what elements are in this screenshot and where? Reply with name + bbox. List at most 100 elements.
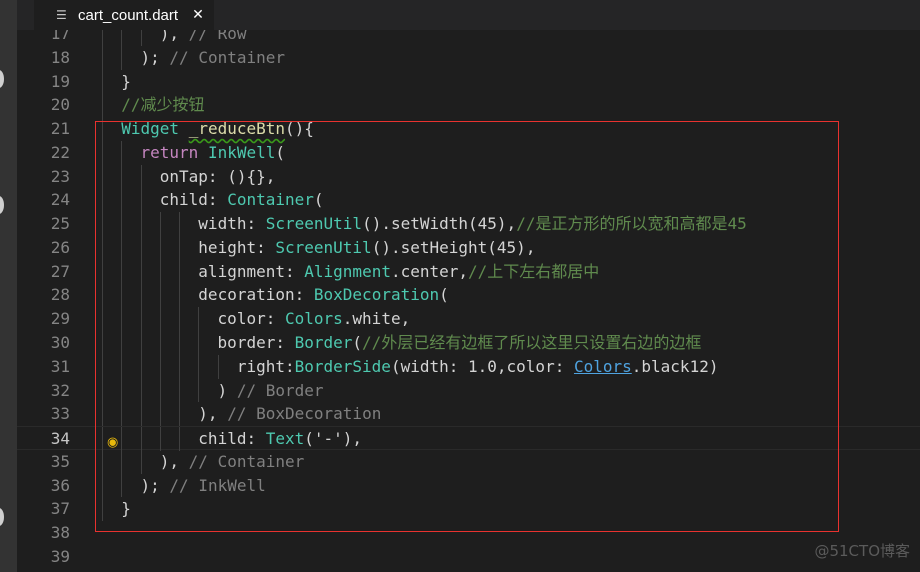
code-token: //外层已经有边框了所以这里只设置右边的边框 — [362, 333, 702, 352]
indent-guide — [102, 188, 103, 213]
indent-guide — [140, 307, 142, 331]
code-line[interactable]: 23 onTap: (){}, — [17, 164, 920, 189]
code-line[interactable]: 38 — [17, 521, 920, 545]
code-text: ), // BoxDecoration — [198, 402, 381, 426]
indent-guide — [102, 164, 103, 189]
code-token: width: — [198, 214, 266, 234]
code-token: ), — [198, 404, 228, 424]
code-token: (width: 1.0,color: — [390, 356, 574, 376]
code-token: InkWell — [207, 142, 276, 162]
line-number: 29 — [50, 309, 70, 329]
indent-guide — [102, 378, 103, 403]
line-number: 21 — [50, 119, 70, 139]
indent-guide — [102, 93, 103, 118]
code-text: right:BorderSide(width: 1.0,color: Color… — [237, 355, 719, 379]
watermark: @51CTO博客 — [814, 542, 910, 560]
activity-icon[interactable] — [0, 196, 4, 214]
activity-bar — [0, 0, 17, 572]
code-editor[interactable]: 17), // Row 18); // Container 19} 20//减少按钮 2… — [17, 0, 920, 572]
code-line[interactable]: 28 decoration: BoxDecoration( — [17, 283, 920, 308]
indent-guide — [179, 427, 181, 451]
indent-guide — [179, 402, 181, 427]
code-line[interactable]: 34 child: Text('-'), ◉ — [17, 426, 920, 451]
code-line[interactable]: 30 border: Border(//外层已经有边框了所以这里只设置右边的边框 — [17, 331, 920, 355]
indent-guide — [121, 45, 123, 70]
code-token: color: — [217, 309, 285, 329]
indent-guide — [121, 235, 123, 260]
code-token: ( — [313, 190, 324, 210]
indent-guide — [140, 354, 142, 379]
code-line[interactable]: 31 right:BorderSide(width: 1.0,color: Col… — [17, 354, 920, 379]
code-line[interactable]: 25 width: ScreenUtil().setWidth(45),//是正方… — [17, 212, 920, 236]
activity-icon[interactable] — [0, 508, 4, 526]
code-text: ) // Border — [218, 379, 324, 403]
indent-guide — [140, 164, 142, 189]
code-line[interactable]: 20 //减少按钮 — [17, 93, 920, 118]
indent-guide — [179, 283, 181, 308]
code-text: ); // InkWell — [141, 474, 266, 498]
indent-guide — [102, 212, 103, 236]
code-token: Container — [227, 190, 314, 210]
code-token: _reduceBtn — [188, 119, 286, 139]
code-line[interactable]: 37} — [17, 497, 920, 522]
code-text: border: Border(//外层已经有边框了所以这里只设置右边的边框 — [218, 331, 702, 355]
tab-cart-count[interactable]: ☰ cart_count.dart ✕ — [34, 0, 214, 30]
indent-guide — [179, 212, 181, 236]
code-token: ScreenUtil — [275, 237, 372, 257]
line-number: 20 — [50, 95, 70, 115]
code-line[interactable]: 36); // InkWell — [17, 473, 920, 498]
code-text: decoration: BoxDecoration( — [198, 283, 448, 307]
code-text: return InkWell( — [141, 141, 286, 165]
code-line[interactable]: 18); // Container — [17, 45, 920, 70]
code-token: .white, — [342, 309, 411, 329]
code-line[interactable]: 32) // Border — [17, 378, 920, 403]
code-line[interactable]: 19} — [17, 69, 920, 94]
indent-guide — [140, 235, 142, 260]
code-line[interactable]: 39 — [17, 545, 920, 569]
indent-guide — [121, 307, 123, 331]
indent-guide — [102, 497, 103, 522]
indent-guide — [102, 45, 103, 70]
code-line[interactable]: 27 alignment: Alignment.center,//上下左右都居中 — [17, 259, 920, 284]
indent-guide — [159, 427, 161, 451]
indent-guide — [121, 331, 123, 355]
code-token: //是正方形的所以宽和高都是45 — [516, 214, 747, 234]
code-line[interactable]: 24 child: Container( — [17, 188, 920, 213]
code-token: ( — [439, 285, 449, 305]
code-line[interactable]: 33), // BoxDecoration — [17, 402, 920, 427]
code-token: ().setHeight(45), — [371, 237, 536, 257]
code-text: ), // Container — [160, 450, 305, 474]
code-text: color: Colors.white, — [218, 307, 411, 331]
indent-guide — [102, 117, 103, 141]
line-number: 35 — [50, 451, 70, 471]
line-number: 27 — [50, 261, 70, 281]
code-line[interactable]: 29 color: Colors.white, — [17, 307, 920, 331]
indent-guide — [159, 331, 161, 355]
code-line[interactable]: 22 return InkWell( — [17, 140, 920, 165]
code-text: child: Text('-'), — [198, 427, 362, 451]
close-icon[interactable]: ✕ — [192, 7, 204, 23]
activity-icon[interactable] — [0, 70, 4, 88]
code-text: width: ScreenUtil().setWidth(45),//是正方形的… — [198, 212, 746, 236]
line-number: 26 — [50, 237, 70, 257]
code-text: ); // Container — [141, 46, 286, 70]
indent-guide — [198, 331, 200, 355]
indent-guide — [121, 473, 123, 498]
code-token: ( — [275, 142, 286, 162]
code-line[interactable]: 26 height: ScreenUtil().setHeight(45), — [17, 235, 920, 260]
indent-guide — [179, 307, 181, 331]
code-line[interactable]: 35 ), // Container — [17, 449, 920, 474]
indent-guide — [159, 307, 161, 331]
indent-guide — [121, 259, 123, 284]
code-text: //减少按钮 — [121, 93, 204, 117]
indent-guide — [159, 354, 161, 379]
code-line[interactable]: 21 Widget _reduceBtn(){ — [17, 117, 920, 141]
indent-guide — [198, 307, 200, 331]
code-token: Widget — [121, 119, 180, 139]
indent-guide — [121, 378, 123, 403]
code-token: Alignment — [304, 261, 391, 281]
line-number: 19 — [50, 71, 70, 91]
code-token: } — [121, 71, 131, 91]
indent-guide — [179, 331, 181, 355]
code-token: ScreenUtil — [265, 214, 363, 234]
